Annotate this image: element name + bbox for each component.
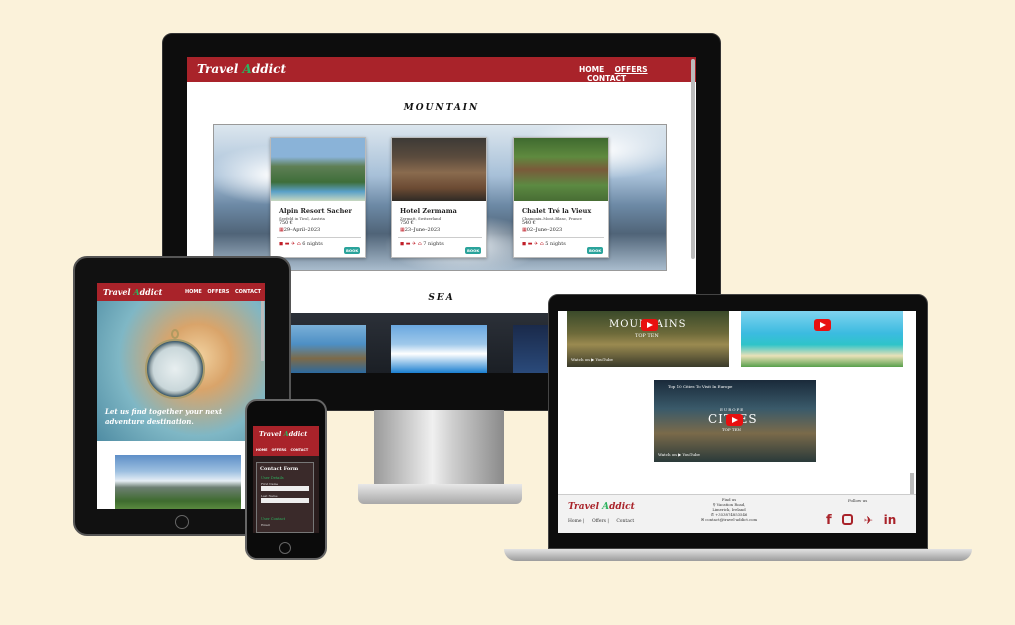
desktop-navbar: Travel Addict HOME OFFERS CONTACT bbox=[187, 57, 696, 83]
facebook-icon[interactable]: f bbox=[826, 513, 832, 528]
video-subtitle: TOP TEN bbox=[722, 427, 741, 432]
compass-icon bbox=[145, 339, 205, 399]
brand-a: A bbox=[242, 62, 252, 76]
mail-icon: ✉ bbox=[700, 517, 705, 522]
phone-brand[interactable]: Travel Addict bbox=[259, 430, 307, 438]
hotel-nights: 7 nights bbox=[423, 241, 444, 247]
footer-link-home[interactable]: Home | bbox=[568, 519, 585, 524]
tablet-navbar: Travel Addict HOME OFFERS CONTACT bbox=[97, 283, 265, 301]
first-name-input[interactable] bbox=[261, 486, 309, 491]
amenity-icons: ◼ ▬ ✈ ⌂ bbox=[279, 241, 303, 247]
book-button[interactable]: BOOK bbox=[465, 247, 482, 254]
email-address[interactable]: contact@travel-addict.com bbox=[705, 517, 757, 522]
phone-nav: HOME OFFERS CONTACT bbox=[256, 448, 308, 452]
tablet-scrollbar[interactable] bbox=[261, 301, 264, 361]
desktop-scrollbar[interactable] bbox=[691, 59, 695, 259]
phone-navbar: Travel Addict HOME OFFERS CONTACT bbox=[253, 426, 319, 456]
nav-home[interactable]: HOME bbox=[185, 289, 202, 295]
hotel-name: Hotel Zermama bbox=[400, 207, 457, 215]
video-thumbnail[interactable] bbox=[741, 311, 903, 367]
brand-logo[interactable]: Travel Addict bbox=[197, 62, 286, 76]
hotel-photo bbox=[271, 138, 365, 201]
book-button[interactable]: BOOK bbox=[587, 247, 604, 254]
section-mountain-title: MOUNTAIN bbox=[403, 103, 480, 113]
phone-screen: Travel Addict HOME OFFERS CONTACT Contac… bbox=[253, 426, 319, 533]
watch-on-label: Watch on ▶ YouTube bbox=[658, 452, 700, 457]
hotel-card: Alpin Resort Sacher Seefeld in Tirol, Au… bbox=[270, 137, 366, 258]
hotel-photo bbox=[514, 138, 608, 201]
hotel-date: 02–June–2023 bbox=[526, 227, 563, 233]
contact-form: Contact Form User Details First Name Las… bbox=[256, 462, 314, 533]
linkedin-icon[interactable]: in bbox=[884, 513, 897, 527]
footer-links: Home | Offers | Contact bbox=[568, 519, 634, 524]
phone-home-button[interactable] bbox=[279, 542, 291, 554]
desktop-nav: HOME OFFERS CONTACT bbox=[579, 65, 696, 83]
video-header: Top 10 Cities To Visit In Europe bbox=[668, 384, 733, 389]
hotel-photo bbox=[392, 138, 486, 201]
instagram-icon[interactable] bbox=[842, 514, 854, 525]
last-name-input[interactable] bbox=[261, 498, 309, 503]
social-icons: f ✈ in bbox=[826, 509, 896, 528]
video-thumbnail[interactable]: Top 10 Cities To Visit In Europe EUROPE … bbox=[654, 380, 816, 462]
hotel-price: 750 € bbox=[400, 221, 414, 226]
tablet-home-button[interactable] bbox=[175, 515, 189, 529]
laptop-base bbox=[504, 549, 972, 561]
nav-contact[interactable]: CONTACT bbox=[290, 448, 308, 452]
nav-home[interactable]: HOME bbox=[256, 448, 267, 452]
email-label: Email bbox=[261, 523, 270, 527]
amenity-icons: ◼ ▬ ✈ ⌂ bbox=[522, 241, 546, 247]
book-button[interactable]: BOOK bbox=[344, 247, 361, 254]
monitor-stand-neck bbox=[374, 410, 504, 488]
user-details-label: User Details bbox=[261, 476, 284, 480]
nav-offers[interactable]: OFFERS bbox=[272, 448, 287, 452]
amenity-icons: ◼ ▬ ✈ ⌂ bbox=[400, 241, 424, 247]
hotel-card: Hotel Zermama Zermatt, Switzerland 750 €… bbox=[391, 137, 487, 258]
footer-link-offers[interactable]: Offers | bbox=[592, 519, 609, 524]
nav-offers[interactable]: OFFERS bbox=[207, 289, 229, 295]
twitter-icon[interactable]: ✈ bbox=[864, 514, 873, 527]
hotel-nights: 5 nights bbox=[545, 241, 566, 247]
youtube-play-icon[interactable] bbox=[641, 319, 658, 331]
video-subtitle: TOP TEN bbox=[635, 333, 659, 339]
nav-offers[interactable]: OFFERS bbox=[615, 65, 648, 74]
footer-brand[interactable]: Travel Addict bbox=[568, 502, 635, 512]
footer-link-contact[interactable]: Contact bbox=[616, 519, 634, 524]
youtube-play-icon[interactable] bbox=[814, 319, 831, 331]
hotel-nights: 6 nights bbox=[302, 241, 323, 247]
hotel-card: Chalet Tré la Vieux Chamonix–Mont–Blanc,… bbox=[513, 137, 609, 258]
tablet-screen: Travel Addict HOME OFFERS CONTACT Let us… bbox=[97, 283, 265, 509]
hotel-price: 540 € bbox=[522, 221, 536, 226]
nav-contact[interactable]: CONTACT bbox=[587, 74, 626, 83]
hotel-name: Chalet Tré la Vieux bbox=[522, 207, 592, 215]
hotel-date: 23–June–2023 bbox=[404, 227, 441, 233]
tablet-nav: HOME OFFERS CONTACT bbox=[185, 289, 261, 295]
nav-home[interactable]: HOME bbox=[579, 65, 604, 74]
form-title: Contact Form bbox=[260, 466, 299, 472]
hotel-price: 750 € bbox=[279, 221, 293, 226]
footer-address: Find us ⚲ Vacation Road, Limerick, Irela… bbox=[688, 497, 770, 522]
footer: Travel Addict Home | Offers | Contact Fi… bbox=[558, 494, 916, 533]
user-contact-label: User Contact bbox=[261, 517, 286, 521]
tablet-mountain-photo bbox=[115, 455, 241, 509]
nav-contact[interactable]: CONTACT bbox=[235, 289, 261, 295]
follow-us-heading: Follow us bbox=[848, 498, 868, 503]
brand-word2: ddict bbox=[251, 62, 287, 76]
brand-word1: Travel bbox=[197, 62, 243, 76]
youtube-play-icon[interactable] bbox=[726, 414, 743, 426]
hotel-date: 29–April–2023 bbox=[283, 227, 321, 233]
monitor-stand-base bbox=[358, 484, 522, 504]
video-thumbnail[interactable]: MOUNTAINS TOP TEN Watch on ▶ YouTube bbox=[567, 311, 729, 367]
sea-card-photo bbox=[391, 325, 487, 373]
laptop-screen: MOUNTAINS TOP TEN Watch on ▶ YouTube Top… bbox=[558, 311, 916, 533]
hotel-name: Alpin Resort Sacher bbox=[279, 207, 352, 215]
tablet-hero-text: Let us find together your next adventure… bbox=[105, 407, 223, 426]
watch-on-label: Watch on ▶ YouTube bbox=[571, 357, 613, 362]
tablet-brand[interactable]: Travel Addict bbox=[103, 287, 162, 297]
